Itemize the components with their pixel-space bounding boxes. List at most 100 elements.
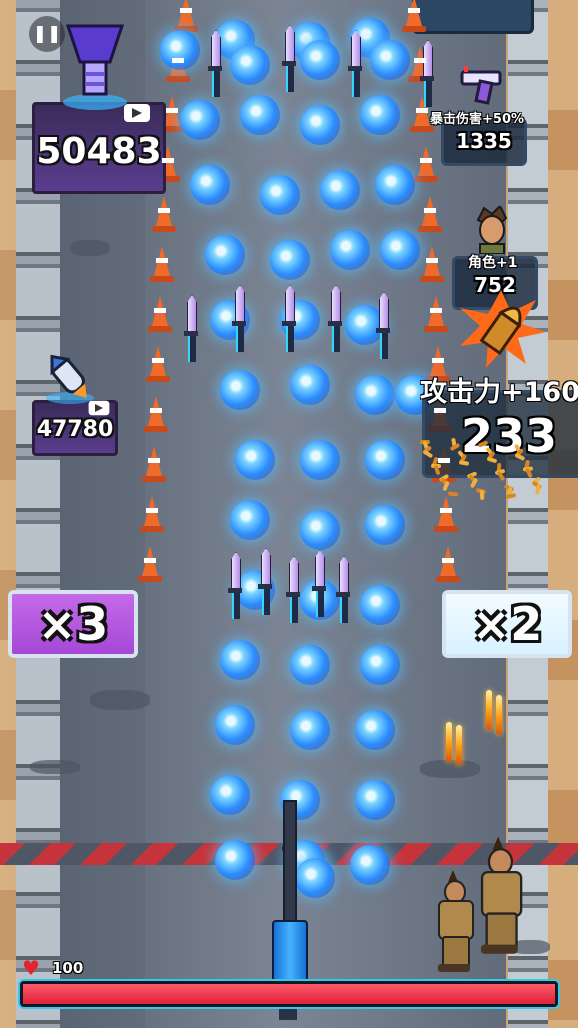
knife-projectile bbox=[282, 285, 296, 355]
knife-projectile bbox=[282, 25, 296, 95]
bullet-burst-icon bbox=[456, 290, 546, 370]
energy-orb bbox=[290, 365, 330, 405]
knife-projectile bbox=[258, 548, 272, 618]
energy-orb bbox=[365, 505, 405, 545]
game-stage: ❚❚ 50483 47780 1335 暴击伤害+50% 752 角色+1 23… bbox=[0, 0, 578, 1028]
knife-projectile bbox=[348, 30, 362, 100]
energy-orb bbox=[205, 235, 245, 275]
crate-value: 50483 bbox=[36, 131, 162, 172]
trophy-pillar-icon bbox=[60, 22, 130, 112]
player-gun[interactable] bbox=[270, 800, 308, 1020]
gate-label: ×3 bbox=[37, 597, 109, 651]
knife-projectile bbox=[232, 285, 246, 355]
energy-orb bbox=[215, 705, 255, 745]
multiplier-gate-right: ×2 bbox=[442, 590, 572, 658]
energy-orb bbox=[360, 645, 400, 685]
character-caption: 角色+1 bbox=[468, 255, 518, 271]
knife-projectile bbox=[336, 556, 350, 626]
energy-orb bbox=[290, 645, 330, 685]
knife-projectile bbox=[376, 292, 390, 362]
attack-value: 233 bbox=[460, 409, 558, 463]
energy-orb bbox=[360, 585, 400, 625]
energy-orb bbox=[380, 230, 420, 270]
traffic-cone bbox=[402, 0, 426, 32]
knife-projectile bbox=[228, 552, 242, 622]
crit-caption: 暴击伤害+50% bbox=[430, 112, 525, 127]
knife-projectile bbox=[286, 556, 300, 626]
crit-value: 1335 bbox=[456, 129, 512, 153]
video-ad-icon[interactable] bbox=[88, 400, 110, 416]
hero-portrait-icon bbox=[472, 204, 512, 255]
health-bar-fill bbox=[23, 984, 555, 1004]
energy-orb bbox=[365, 440, 405, 480]
energy-orb bbox=[240, 95, 280, 135]
energy-orb bbox=[180, 100, 220, 140]
energy-orb bbox=[320, 170, 360, 210]
energy-orb bbox=[220, 370, 260, 410]
knife-projectile bbox=[208, 30, 222, 100]
energy-orb bbox=[210, 775, 250, 815]
traffic-cone bbox=[414, 146, 438, 182]
multiplier-gate-left: ×3 bbox=[8, 590, 138, 658]
traffic-cone bbox=[144, 396, 168, 432]
energy-orb bbox=[160, 30, 200, 70]
attack-caption: 攻击力+160 bbox=[420, 377, 578, 408]
enemy-bullet bbox=[486, 690, 492, 730]
traffic-cone bbox=[142, 446, 166, 482]
energy-orb bbox=[375, 165, 415, 205]
energy-orb bbox=[220, 640, 260, 680]
energy-orb bbox=[355, 710, 395, 750]
energy-orb bbox=[360, 95, 400, 135]
enemy-bullet bbox=[496, 695, 502, 735]
knife-projectile bbox=[312, 550, 326, 620]
knife-projectile bbox=[420, 40, 434, 110]
energy-orb bbox=[235, 440, 275, 480]
enemy-bullet bbox=[456, 725, 462, 765]
knife-projectile bbox=[184, 295, 198, 365]
energy-orb bbox=[290, 710, 330, 750]
energy-orb bbox=[370, 40, 410, 80]
energy-orb bbox=[215, 840, 255, 880]
energy-orb bbox=[355, 375, 395, 415]
energy-orb bbox=[350, 845, 390, 885]
road-crack bbox=[90, 690, 150, 710]
traffic-cone bbox=[174, 0, 198, 32]
energy-orb bbox=[300, 510, 340, 550]
traffic-cone bbox=[152, 196, 176, 232]
traffic-cone bbox=[424, 296, 448, 332]
traffic-cone bbox=[150, 246, 174, 282]
hp-value: 100 bbox=[52, 959, 84, 977]
traffic-cone bbox=[146, 346, 170, 382]
energy-orb bbox=[260, 175, 300, 215]
knife-projectile bbox=[328, 285, 342, 355]
energy-orb bbox=[230, 45, 270, 85]
energy-orb bbox=[230, 500, 270, 540]
gate-label: ×2 bbox=[471, 597, 543, 651]
energy-orb bbox=[300, 105, 340, 145]
health-bar bbox=[20, 981, 558, 1007]
road-crack bbox=[30, 760, 80, 774]
traffic-cone bbox=[436, 546, 460, 582]
enemy-bullet bbox=[446, 722, 452, 762]
traffic-cone bbox=[148, 296, 172, 332]
crate-value: 47780 bbox=[36, 417, 114, 442]
bullet-shell bbox=[479, 489, 485, 501]
traffic-cone bbox=[434, 496, 458, 532]
energy-orb bbox=[355, 780, 395, 820]
energy-orb bbox=[330, 230, 370, 270]
traffic-cone bbox=[418, 196, 442, 232]
traffic-cone bbox=[420, 246, 444, 282]
pause-icon: ❚❚ bbox=[32, 24, 62, 44]
video-ad-icon[interactable] bbox=[124, 104, 150, 122]
traffic-cone bbox=[140, 496, 164, 532]
energy-orb bbox=[190, 165, 230, 205]
pistol-icon bbox=[458, 66, 506, 106]
energy-orb bbox=[300, 40, 340, 80]
road-crack bbox=[70, 240, 110, 256]
road-crack bbox=[420, 760, 480, 778]
energy-orb bbox=[270, 240, 310, 280]
heart-icon: ♥ bbox=[22, 956, 40, 980]
top-panel bbox=[412, 0, 534, 34]
traffic-cone bbox=[138, 546, 162, 582]
rocket-missile-icon bbox=[40, 350, 100, 406]
